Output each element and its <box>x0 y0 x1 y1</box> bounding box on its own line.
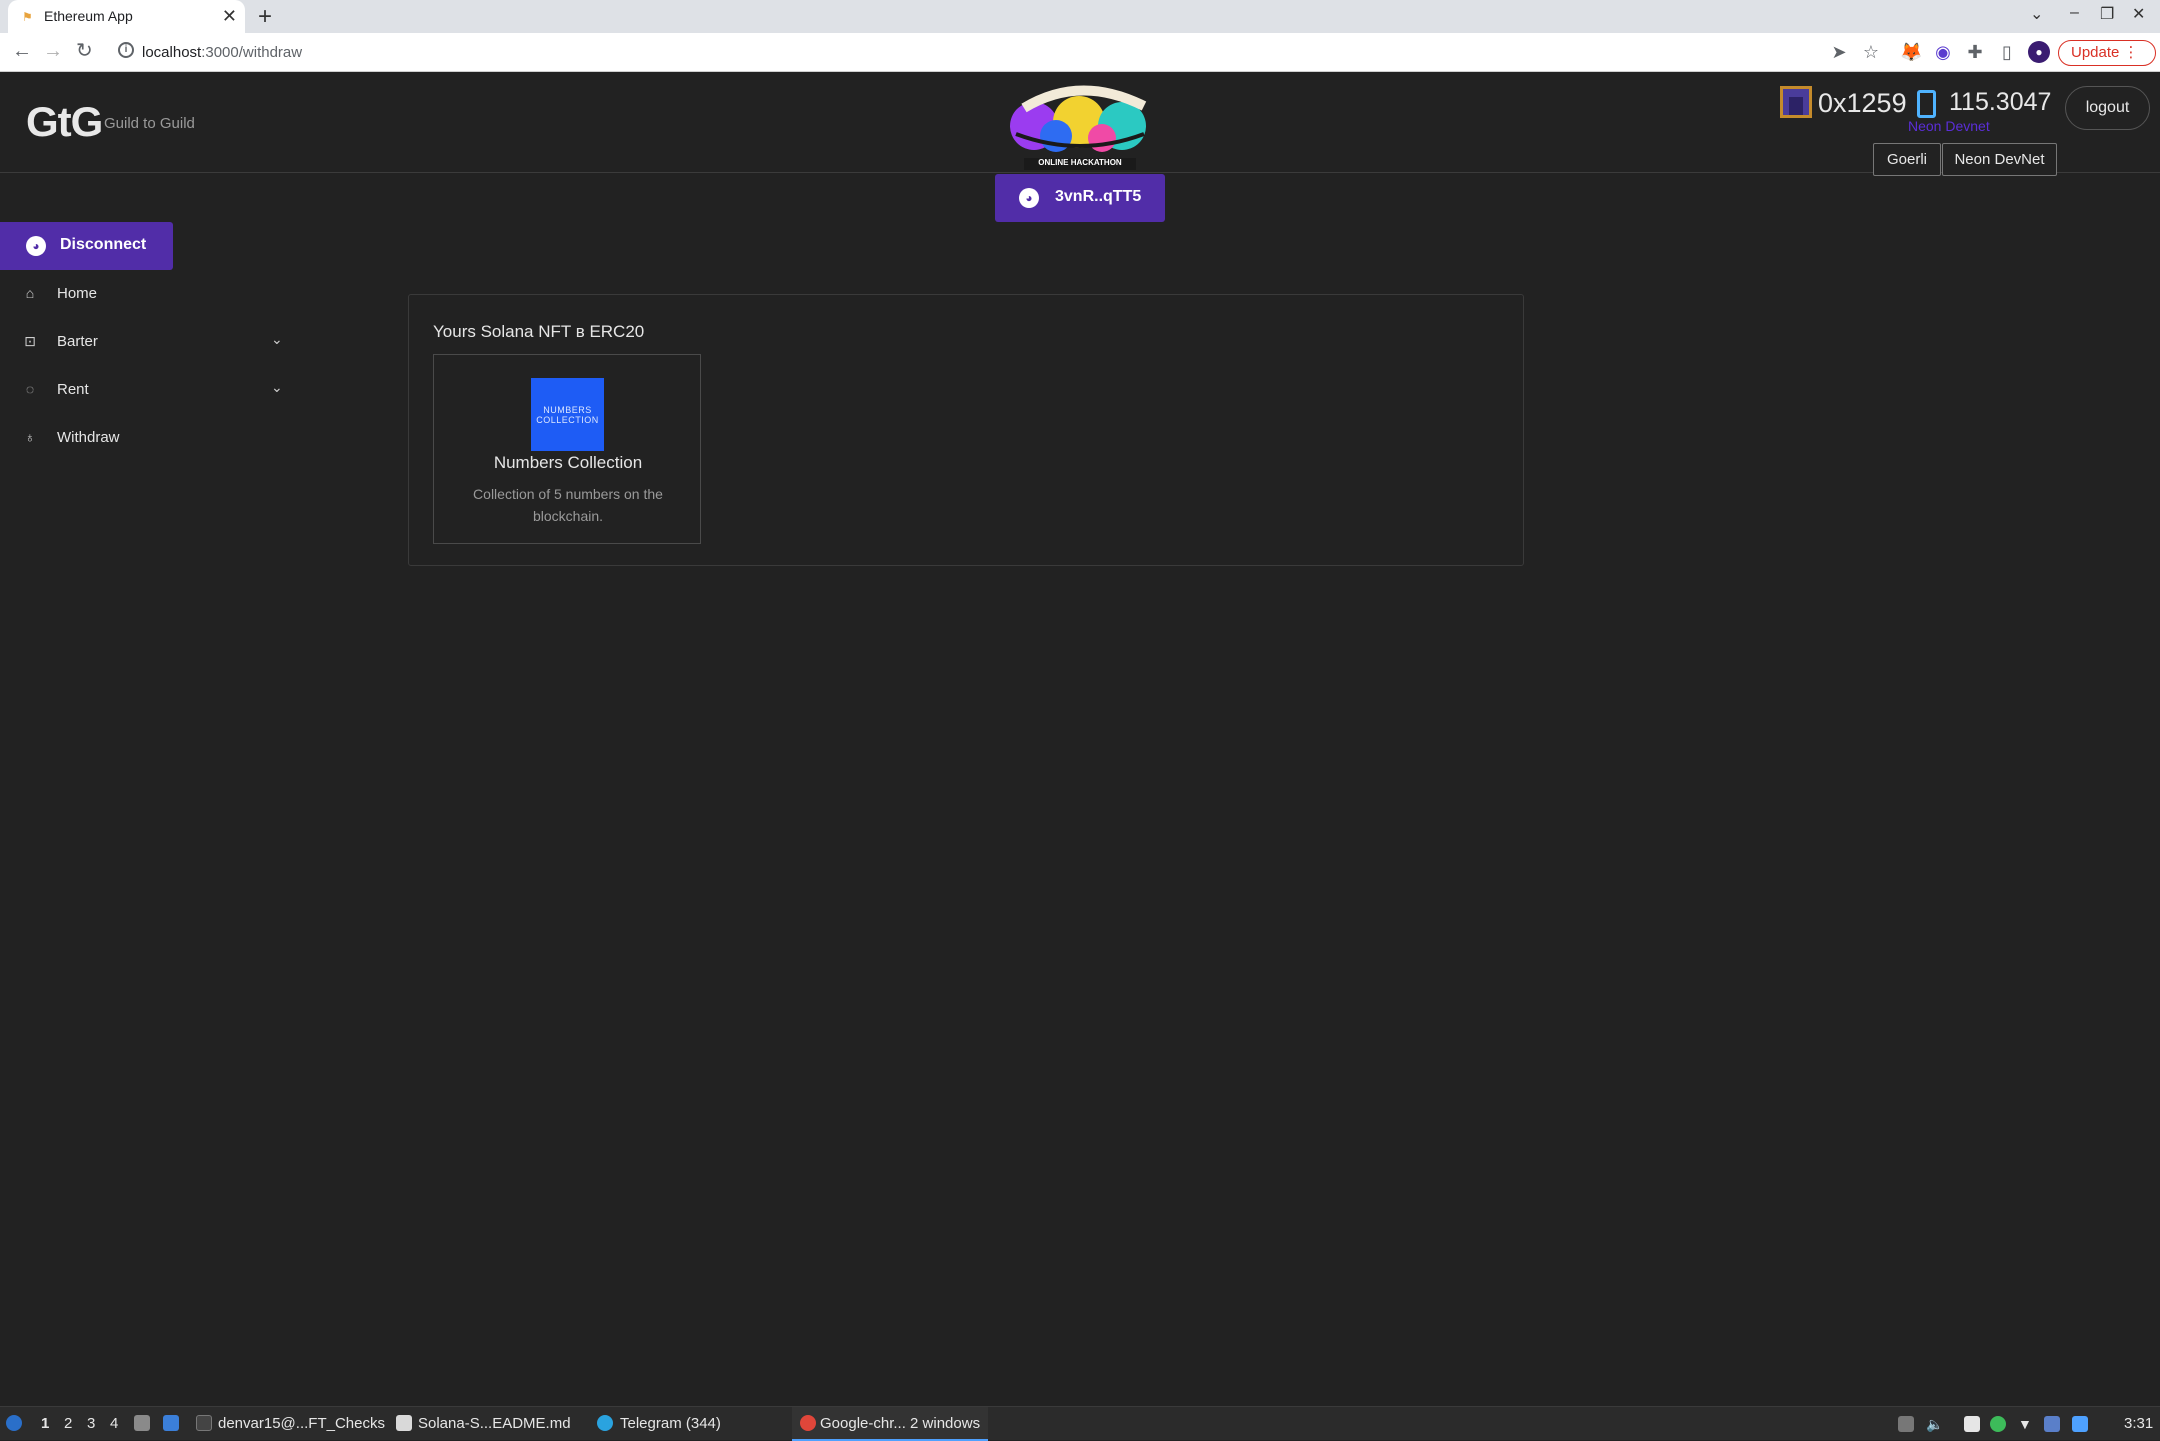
update-button[interactable]: Update ⋮ <box>2058 40 2156 66</box>
new-tab-button[interactable]: + <box>258 3 272 31</box>
document-icon <box>396 1415 412 1431</box>
disconnect-label: Disconnect <box>60 236 147 253</box>
sidebar-item-label: Withdraw <box>57 429 120 446</box>
phantom-extension-icon[interactable]: ◉ <box>1932 41 1954 63</box>
back-icon[interactable]: ← <box>12 39 32 63</box>
profile-avatar-icon[interactable]: ● <box>2028 41 2050 63</box>
browser-toolbar: ← → ↻ i localhost:3000/withdraw ➤ ☆ 🦊 ◉ … <box>0 33 2160 72</box>
phantom-wallet-icon: ◕ <box>26 236 46 256</box>
reload-icon[interactable]: ↻ <box>76 39 93 63</box>
taskbar-item-readme[interactable]: Solana-S...EADME.md <box>418 1415 571 1432</box>
rent-icon: ◌ <box>25 381 35 397</box>
home-icon: ⌂ <box>25 285 35 301</box>
app-root: GtG Guild to Guild ONLINE HACKATHON ◕ 3v… <box>0 72 2160 1406</box>
nft-image: NUMBERS COLLECTION <box>531 378 604 451</box>
close-window-icon[interactable]: ✕ <box>2132 4 2145 24</box>
notes-tray-icon[interactable] <box>1964 1416 1980 1432</box>
account-avatar <box>1780 86 1812 118</box>
workspace-4[interactable]: 4 <box>110 1415 118 1432</box>
bookmark-star-icon[interactable]: ☆ <box>1860 41 1882 63</box>
wallet-address: 3vnR..qTT5 <box>1055 188 1142 205</box>
browser-tab[interactable]: ⚑ Ethereum App ✕ <box>8 0 245 33</box>
network-neon-devnet-button[interactable]: Neon DevNet <box>1942 143 2057 176</box>
address-bar[interactable]: i localhost:3000/withdraw <box>112 38 1832 68</box>
phantom-wallet-icon: ◕ <box>1019 188 1039 208</box>
tab-search-icon[interactable]: ⌄ <box>2030 4 2043 24</box>
account-balance: 115.3047 <box>1949 88 2052 116</box>
forward-icon[interactable]: → <box>43 39 63 63</box>
clipboard-tray-icon[interactable] <box>1898 1416 1914 1432</box>
sidebar-item-withdraw[interactable]: ♁ Withdraw <box>0 418 290 458</box>
nft-panel: Yours Solana NFT в ERC20 NUMBERS COLLECT… <box>408 294 1524 566</box>
tab-title: Ethereum App <box>44 8 133 24</box>
workspace-1[interactable]: 1 <box>41 1415 49 1432</box>
panel-title: Yours Solana NFT в ERC20 <box>433 322 645 341</box>
sidebar-item-barter[interactable]: ⊡ Barter ⌄ <box>0 322 290 362</box>
sidebar-item-label: Barter <box>57 333 98 350</box>
browser-tabstrip: ⚑ Ethereum App ✕ + ⌄ – ❐ ✕ <box>0 0 2160 33</box>
sidebar-item-home[interactable]: ⌂ Home <box>0 274 290 314</box>
logout-button[interactable]: logout <box>2065 86 2150 130</box>
taskbar-item-terminal[interactable]: denvar15@...FT_Checks <box>218 1415 385 1432</box>
account-address: 0x1259 <box>1818 88 1907 118</box>
url-text[interactable]: localhost:3000/withdraw <box>142 44 302 61</box>
chevron-down-icon[interactable]: ⌄ <box>271 331 283 348</box>
tab-close-icon[interactable]: ✕ <box>222 6 237 26</box>
workspace-2[interactable]: 2 <box>64 1415 72 1432</box>
bluetooth-tray-icon[interactable] <box>2044 1416 2060 1432</box>
os-menu-icon[interactable] <box>6 1415 22 1431</box>
wallet-device-icon <box>1917 90 1936 118</box>
chevron-down-icon[interactable]: ⌄ <box>271 379 283 396</box>
metamask-icon[interactable]: 🦊 <box>1900 41 1922 63</box>
update-tray-icon[interactable] <box>1990 1416 2006 1432</box>
extensions-icon[interactable]: ✚ <box>1964 41 1986 63</box>
sidebar-item-rent[interactable]: ◌ Rent ⌄ <box>0 370 290 410</box>
app-logo-subtitle: Guild to Guild <box>104 115 195 132</box>
nft-name: Numbers Collection <box>493 453 643 472</box>
withdraw-icon: ♁ <box>24 429 36 445</box>
volume-icon[interactable]: 🔈 <box>1926 1416 1943 1432</box>
taskbar-item-chrome-container[interactable]: Google-chr... 2 windows <box>792 1407 988 1441</box>
nft-description: Collection of 5 numbers on the blockchai… <box>473 486 663 524</box>
nft-card[interactable]: NUMBERS COLLECTION Numbers Collection Co… <box>433 354 701 544</box>
taskbar-item-telegram[interactable]: Telegram (344) <box>620 1415 721 1432</box>
solana-wallet-button[interactable]: ◕ 3vnR..qTT5 <box>995 174 1165 222</box>
sidebar-item-label: Home <box>57 285 98 302</box>
minimize-icon[interactable]: – <box>2070 4 2079 22</box>
desktop-icon[interactable] <box>163 1415 179 1431</box>
disconnect-button[interactable]: ◕ Disconnect <box>0 222 173 270</box>
wifi-icon[interactable]: ▼ <box>2018 1416 2034 1432</box>
app-favicon-icon: ⚑ <box>22 10 33 24</box>
restore-icon[interactable]: ❐ <box>2100 4 2114 24</box>
side-panel-icon[interactable]: ▯ <box>1996 41 2018 63</box>
send-icon[interactable]: ➤ <box>1828 41 1850 63</box>
terminal-icon <box>196 1415 212 1431</box>
app-logo[interactable]: GtG <box>26 98 103 146</box>
barter-icon: ⊡ <box>24 333 36 349</box>
os-taskbar: 1 2 3 4 denvar15@...FT_Checks Solana-S..… <box>0 1406 2160 1441</box>
app-header: GtG Guild to Guild ONLINE HACKATHON ◕ 3v… <box>0 72 2160 222</box>
hackathon-caption: ONLINE HACKATHON <box>1038 158 1122 167</box>
file-manager-icon[interactable] <box>134 1415 150 1431</box>
sidebar-item-label: Rent <box>57 381 89 398</box>
clock: 3:31 <box>2124 1415 2154 1432</box>
chrome-icon <box>800 1415 816 1431</box>
telegram-icon <box>597 1415 613 1431</box>
taskbar-item-chrome: Google-chr... 2 windows <box>820 1415 981 1432</box>
network-tray-icon[interactable] <box>2072 1416 2088 1432</box>
site-info-icon[interactable]: i <box>118 42 134 58</box>
network-goerli-button[interactable]: Goerli <box>1873 143 1941 176</box>
workspace-3[interactable]: 3 <box>87 1415 95 1432</box>
network-name: Neon Devnet <box>1908 118 1990 134</box>
